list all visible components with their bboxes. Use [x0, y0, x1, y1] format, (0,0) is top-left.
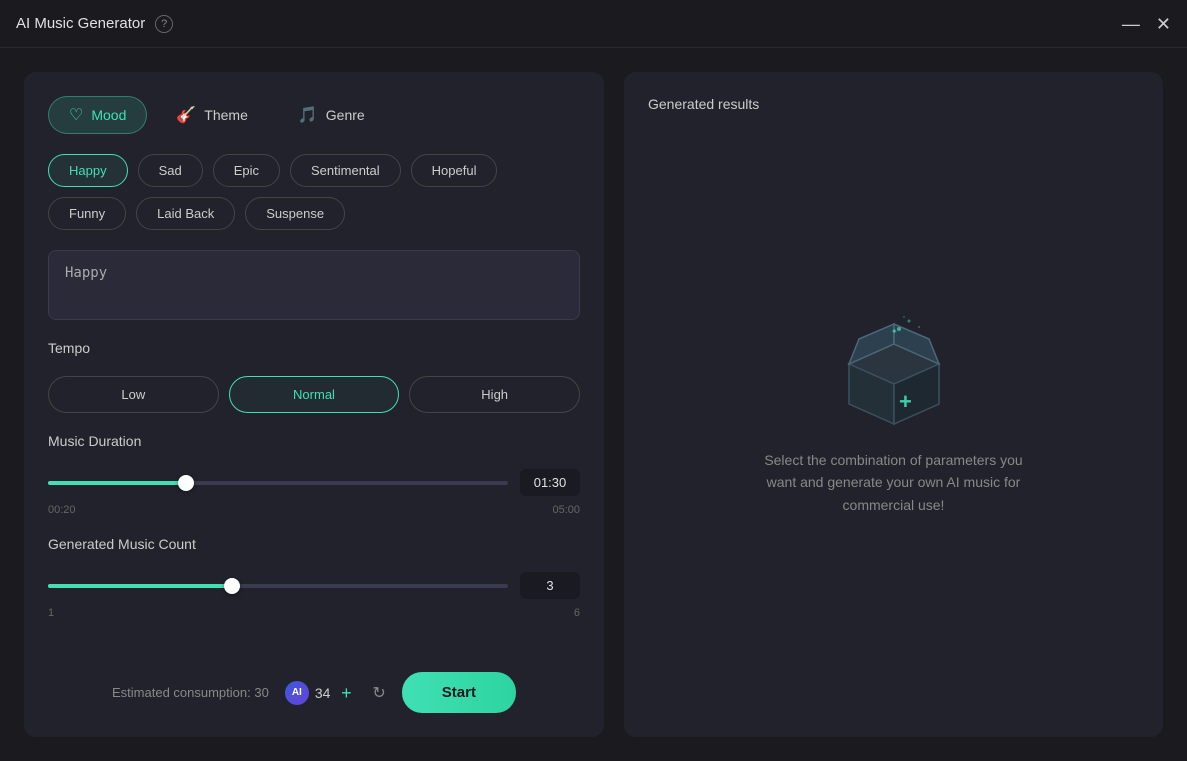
title-bar-left: AI Music Generator ?: [16, 15, 173, 33]
right-panel: Generated results ✦: [624, 72, 1163, 737]
tempo-low[interactable]: Low: [48, 376, 219, 413]
credits-badge: AI 34 +: [285, 681, 357, 705]
tempo-label: Tempo: [48, 340, 580, 356]
mood-btn-sentimental[interactable]: Sentimental: [290, 154, 401, 187]
duration-range: 00:20 05:00: [48, 504, 580, 516]
start-button[interactable]: Start: [402, 672, 516, 713]
count-value: 3: [520, 572, 580, 599]
count-fill: [48, 584, 232, 588]
genre-tab-label: Genre: [326, 107, 365, 123]
count-range: 1 6: [48, 607, 580, 619]
mood-tab-icon: ♡: [69, 105, 83, 125]
genre-tab-icon: 🎵: [298, 105, 318, 125]
mood-btn-hopeful[interactable]: Hopeful: [411, 154, 498, 187]
tempo-section: Tempo Low Normal High: [48, 340, 580, 413]
mood-text-input[interactable]: Happy: [48, 250, 580, 320]
count-label: Generated Music Count: [48, 536, 580, 552]
duration-label: Music Duration: [48, 433, 580, 449]
ai-credits-icon: AI: [285, 681, 309, 705]
tempo-normal[interactable]: Normal: [229, 376, 400, 413]
left-panel: ♡ Mood 🎸 Theme 🎵 Genre Happy Sad Epic Se…: [24, 72, 604, 737]
mood-btn-laidback[interactable]: Laid Back: [136, 197, 235, 230]
count-track[interactable]: [48, 584, 508, 588]
results-desc: Select the combination of parameters you…: [754, 449, 1034, 516]
main-layout: ♡ Mood 🎸 Theme 🎵 Genre Happy Sad Epic Se…: [0, 48, 1187, 761]
duration-section: Music Duration 01:30 00:20 05:00: [48, 433, 580, 516]
help-button[interactable]: ?: [155, 15, 173, 33]
theme-tab-label: Theme: [204, 107, 248, 123]
results-title: Generated results: [648, 96, 1139, 112]
count-slider-row: 3: [48, 572, 580, 599]
close-button[interactable]: ✕: [1156, 15, 1171, 33]
mood-btn-epic[interactable]: Epic: [213, 154, 280, 187]
tempo-high[interactable]: High: [409, 376, 580, 413]
tab-bar: ♡ Mood 🎸 Theme 🎵 Genre: [48, 96, 580, 134]
duration-thumb[interactable]: [178, 475, 194, 491]
tab-genre[interactable]: 🎵 Genre: [277, 96, 386, 134]
mood-btn-happy[interactable]: Happy: [48, 154, 128, 187]
count-section: Generated Music Count 3 1 6: [48, 536, 580, 619]
mood-tab-label: Mood: [91, 107, 126, 123]
mood-btn-funny[interactable]: Funny: [48, 197, 126, 230]
mood-btn-suspense[interactable]: Suspense: [245, 197, 345, 230]
theme-tab-icon: 🎸: [176, 105, 196, 125]
mood-grid: Happy Sad Epic Sentimental Hopeful Funny…: [48, 154, 580, 230]
tempo-buttons: Low Normal High: [48, 376, 580, 413]
duration-max: 05:00: [552, 504, 580, 516]
tab-theme[interactable]: 🎸 Theme: [155, 96, 269, 134]
mood-btn-sad[interactable]: Sad: [138, 154, 203, 187]
tab-mood[interactable]: ♡ Mood: [48, 96, 147, 134]
duration-min: 00:20: [48, 504, 76, 516]
duration-track[interactable]: [48, 481, 508, 485]
empty-box-illustration: ✦ +: [829, 309, 959, 429]
count-min: 1: [48, 607, 54, 619]
svg-text:✦: ✦: [891, 327, 898, 336]
app-title: AI Music Generator: [16, 15, 145, 32]
duration-value: 01:30: [520, 469, 580, 496]
minimize-button[interactable]: —: [1122, 15, 1140, 33]
refresh-button[interactable]: ↻: [372, 683, 385, 703]
bottom-area: Estimated consumption: 30 AI 34 + ↻ Star…: [48, 672, 580, 713]
window-controls: — ✕: [1122, 15, 1171, 33]
count-thumb[interactable]: [224, 578, 240, 594]
add-credits-button[interactable]: +: [336, 683, 356, 703]
consumption-text: Estimated consumption: 30: [112, 685, 269, 700]
credits-count: 34: [315, 685, 331, 701]
results-empty: ✦ + Select the combination of parameters…: [648, 112, 1139, 713]
svg-text:+: +: [899, 389, 912, 414]
count-max: 6: [574, 607, 580, 619]
duration-slider-row: 01:30: [48, 469, 580, 496]
title-bar: AI Music Generator ? — ✕: [0, 0, 1187, 48]
duration-fill: [48, 481, 186, 485]
